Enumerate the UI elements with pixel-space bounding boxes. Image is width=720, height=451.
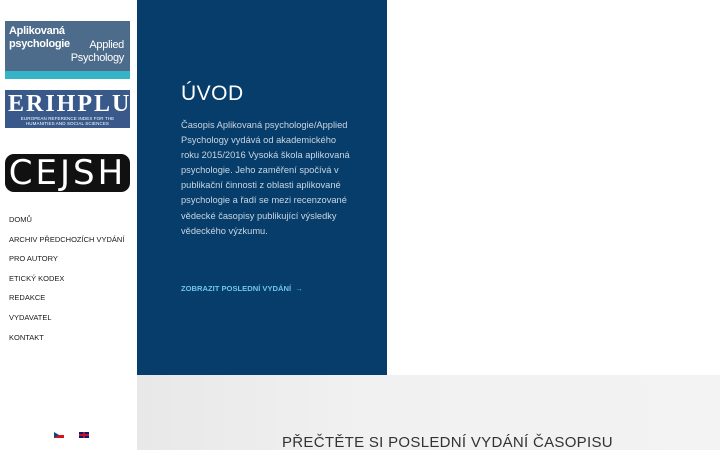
arrow-right-icon: → bbox=[295, 284, 303, 293]
logo-ap-en-line2: Psychology bbox=[70, 52, 125, 64]
intro-text: Časopis Aplikovaná psychologie/Applied P… bbox=[181, 120, 350, 236]
aplikovana-psychologie-logo[interactable]: Aplikovaná psychologie Applied Psycholog… bbox=[5, 21, 130, 79]
erihplus-logo-subtitle: EUROPEAN REFERENCE INDEX FOR THE HUMANIT… bbox=[20, 116, 115, 126]
erihplus-logo[interactable]: ERIHPLUS EUROPEAN REFERENCE INDEX FOR TH… bbox=[5, 90, 145, 128]
intro-section: ÚVOD Časopis Aplikovaná psychologie/Appl… bbox=[137, 0, 387, 375]
sidebar: Aplikovaná psychologie Applied Psycholog… bbox=[0, 0, 145, 450]
logo-ap-english: Applied Psychology bbox=[70, 39, 125, 65]
nav-item-home[interactable]: DOMŮ bbox=[9, 210, 124, 230]
show-latest-issue-label: ZOBRAZIT POSLEDNÍ VYDÁNÍ bbox=[181, 284, 292, 293]
show-latest-issue-link[interactable]: ZOBRAZIT POSLEDNÍ VYDÁNÍ → bbox=[181, 284, 303, 293]
latest-issue-section: PŘEČTĚTE SI POSLEDNÍ VYDÁNÍ ČASOPISU bbox=[137, 375, 720, 451]
latest-issue-heading: PŘEČTĚTE SI POSLEDNÍ VYDÁNÍ ČASOPISU bbox=[282, 434, 613, 451]
logo-ap-cz-line2: psychologie bbox=[9, 38, 70, 50]
logo-ap-czech: Aplikovaná psychologie bbox=[9, 25, 70, 51]
erihplus-logo-text: ERIHPLUS bbox=[8, 91, 147, 117]
nav-item-editorial-board[interactable]: REDAKCE bbox=[9, 288, 124, 308]
main-nav: DOMŮ ARCHIV PŘEDCHOZÍCH VYDÁNÍ PRO AUTOR… bbox=[9, 210, 124, 347]
logo-ap-band bbox=[5, 71, 130, 79]
logo-ap-en-line1: Applied bbox=[89, 39, 124, 51]
uk-flag-icon[interactable] bbox=[79, 432, 89, 438]
intro-title: ÚVOD bbox=[181, 82, 244, 105]
logo-ap-cz-line1: Aplikovaná bbox=[9, 25, 65, 37]
cejsh-logo[interactable]: CEJSH bbox=[5, 154, 130, 192]
nav-item-contact[interactable]: KONTAKT bbox=[9, 328, 124, 348]
nav-item-archive[interactable]: ARCHIV PŘEDCHOZÍCH VYDÁNÍ bbox=[9, 230, 124, 250]
nav-item-ethics-code[interactable]: ETICKÝ KODEX bbox=[9, 269, 124, 289]
nav-item-for-authors[interactable]: PRO AUTORY bbox=[9, 249, 124, 269]
czech-flag-icon[interactable] bbox=[54, 432, 64, 438]
nav-item-publisher[interactable]: VYDAVATEL bbox=[9, 308, 124, 328]
